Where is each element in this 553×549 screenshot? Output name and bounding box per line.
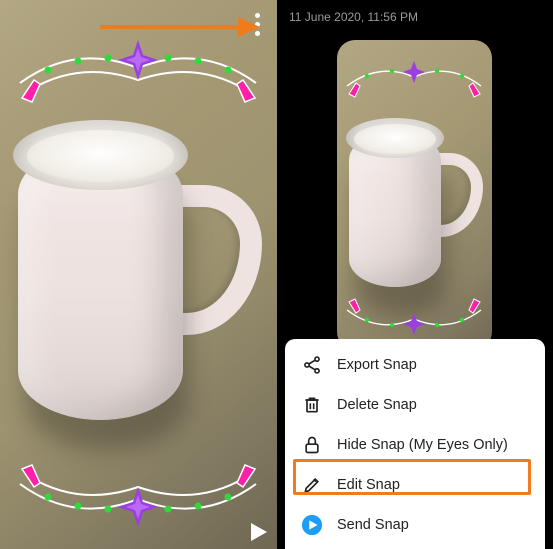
snap-detail-screen: 11 June 2020, 11:56 PM bbox=[277, 0, 553, 549]
more-options-icon[interactable] bbox=[243, 6, 271, 42]
send-circle-icon bbox=[301, 514, 323, 536]
edit-snap-row[interactable]: Edit Snap bbox=[285, 465, 545, 505]
send-snap-row[interactable]: Send Snap bbox=[285, 505, 545, 545]
trash-icon bbox=[301, 394, 323, 416]
export-snap-row[interactable]: Export Snap bbox=[285, 345, 545, 385]
menu-label: Delete Snap bbox=[337, 397, 417, 413]
pencil-icon bbox=[301, 474, 323, 496]
send-icon[interactable] bbox=[251, 523, 267, 541]
lock-icon bbox=[301, 434, 323, 456]
snap-photo bbox=[0, 0, 277, 549]
share-icon bbox=[301, 354, 323, 376]
menu-label: Send Snap bbox=[337, 517, 409, 533]
snap-timestamp: 11 June 2020, 11:56 PM bbox=[289, 10, 418, 24]
action-sheet: Export Snap Delete Snap Hide Snap (My Ey… bbox=[285, 339, 545, 549]
snap-thumbnail[interactable] bbox=[337, 40, 492, 350]
menu-label: Edit Snap bbox=[337, 477, 400, 493]
menu-label: Hide Snap (My Eyes Only) bbox=[337, 437, 508, 453]
delete-snap-row[interactable]: Delete Snap bbox=[285, 385, 545, 425]
hide-snap-row[interactable]: Hide Snap (My Eyes Only) bbox=[285, 425, 545, 465]
snap-preview-screen bbox=[0, 0, 277, 549]
menu-label: Export Snap bbox=[337, 357, 417, 373]
